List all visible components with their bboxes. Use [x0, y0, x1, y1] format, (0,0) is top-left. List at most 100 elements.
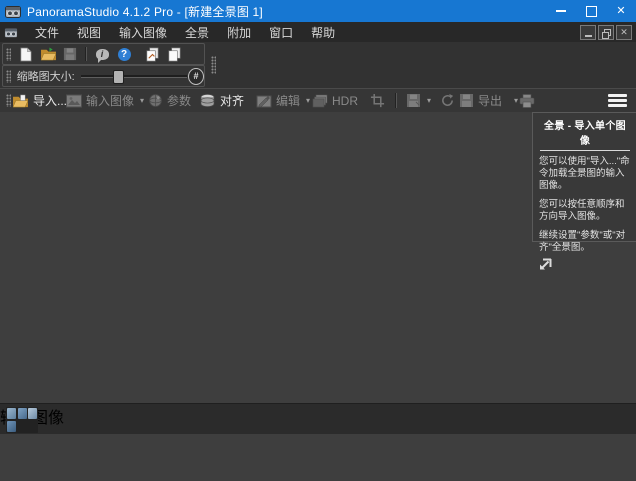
export-image-button[interactable] [141, 45, 163, 63]
thumb-cell [7, 408, 16, 419]
copy-button[interactable] [163, 45, 185, 63]
hamburger-icon [608, 94, 627, 97]
thumbnail-size-toolbar: 缩略图大小: # [2, 65, 205, 87]
parameters-label: 参数 [167, 92, 191, 109]
mdi-minimize-icon [585, 35, 592, 37]
help-paragraph: 继续设置"参数"或"对齐"全景图。 [539, 230, 631, 254]
edit-button: 编辑 ▾ [256, 89, 310, 112]
printer-icon [519, 94, 535, 108]
open-project-button[interactable] [37, 45, 59, 63]
toolbar-menu-button[interactable] [608, 94, 627, 107]
hamburger-icon [608, 104, 627, 107]
print-button [519, 89, 535, 112]
menu-extras[interactable]: 附加 [218, 22, 260, 43]
maximize-button[interactable] [576, 0, 606, 22]
rotate-button [440, 89, 455, 112]
crop-button [370, 89, 385, 112]
parameters-button: 参数 [148, 89, 191, 112]
menu-bar: 文件 视图 输入图像 全景 附加 窗口 帮助 ✕ [0, 22, 636, 43]
tab-input-images[interactable]: 输入图像 [0, 404, 636, 428]
dropdown-arrow-icon: ▾ [306, 96, 310, 105]
align-stack-icon [199, 93, 216, 108]
menu-window[interactable]: 窗口 [260, 22, 302, 43]
app-camera-icon [5, 5, 21, 18]
bottom-tab-bar: 输入图像 [0, 403, 636, 434]
thumbnail-size-slider[interactable] [81, 69, 180, 83]
open-folder-icon [40, 47, 57, 61]
minimize-button[interactable] [546, 0, 576, 22]
window-title: PanoramaStudio 4.1.2 Pro - [新建全景图 1] [27, 3, 263, 20]
minimize-icon [556, 10, 566, 12]
mdi-minimize-button[interactable] [580, 25, 596, 40]
export-label: 导出 [478, 92, 502, 109]
workspace-canvas: 全景 - 导入单个图像 您可以使用"导入..."命令加载全景图的输入图像。 您可… [0, 112, 636, 403]
new-document-icon [19, 47, 33, 62]
window-controls: ✕ [546, 0, 636, 22]
thumbnails-grid-icon [6, 407, 38, 433]
dropdown-arrow-icon: ▾ [427, 96, 431, 105]
help-paragraph: 您可以按任意顺序和方向导入图像。 [539, 199, 631, 223]
crop-icon [370, 93, 385, 108]
export-button: 导出 ▾ [459, 89, 518, 112]
menu-view[interactable]: 视图 [68, 22, 110, 43]
help-paragraph: 您可以使用"导入..."命令加载全景图的输入图像。 [539, 156, 631, 192]
input-images-label: 输入图像 [86, 92, 134, 109]
document-camera-icon [4, 27, 18, 38]
help-panel-title: 全景 - 导入单个图像 [539, 117, 631, 147]
hamburger-icon [608, 99, 627, 102]
toolbar-drag-grip[interactable] [6, 48, 11, 61]
thumb-cell [28, 408, 37, 419]
mdi-restore-button[interactable] [598, 25, 614, 40]
thumb-cell [28, 421, 37, 432]
workflow-toolbar: 导入... 输入图像 ▾ 参数 对齐 编辑 ▾ HDR [0, 88, 636, 114]
toolbar-drag-grip[interactable] [6, 70, 11, 83]
import-label: 导入... [33, 92, 67, 109]
standard-toolbar: i ? [2, 43, 205, 65]
title-bar: PanoramaStudio 4.1.2 Pro - [新建全景图 1] ✕ [0, 0, 636, 22]
help-panel-divider [540, 150, 630, 151]
menu-input-images[interactable]: 输入图像 [110, 22, 176, 43]
new-project-button[interactable] [15, 45, 37, 63]
input-images-icon [66, 94, 82, 108]
parameters-sphere-icon [148, 93, 163, 108]
close-button[interactable]: ✕ [606, 0, 636, 22]
align-button[interactable]: 对齐 [199, 89, 244, 112]
help-button[interactable]: ? [113, 45, 135, 63]
help-panel: 全景 - 导入单个图像 您可以使用"导入..."命令加载全景图的输入图像。 您可… [532, 112, 636, 242]
save-floppy-icon [63, 47, 77, 61]
dropdown-arrow-icon: ▾ [140, 96, 144, 105]
toolbar-drag-grip[interactable] [6, 94, 11, 107]
corner-arrow-icon [539, 258, 552, 270]
rotate-circle-icon [440, 93, 455, 108]
save-floppy-icon [406, 93, 421, 108]
toolbar-zone: i ? 缩略图大小: # [0, 42, 636, 88]
slider-handle[interactable] [113, 70, 124, 84]
mdi-window-controls: ✕ [580, 25, 632, 40]
slider-track[interactable] [81, 75, 187, 78]
import-folder-icon [12, 94, 29, 108]
thumbnail-number-toggle-button[interactable]: # [188, 68, 204, 85]
hdr-layers-icon [312, 94, 328, 108]
toolbar-separator [395, 93, 397, 108]
toolbar-drag-grip[interactable] [211, 56, 216, 74]
import-button[interactable]: 导入... [12, 89, 67, 112]
app-window: PanoramaStudio 4.1.2 Pro - [新建全景图 1] ✕ 文… [0, 0, 636, 481]
menu-panorama[interactable]: 全景 [176, 22, 218, 43]
mdi-close-icon: ✕ [620, 28, 628, 37]
collapse-panel-button[interactable] [539, 257, 552, 275]
copy-pages-icon [167, 47, 182, 62]
menu-file[interactable]: 文件 [26, 22, 68, 43]
save-panorama-button: ▾ [406, 89, 431, 112]
thumbnail-size-label: 缩略图大小: [17, 68, 75, 84]
maximize-icon [586, 6, 597, 17]
align-label: 对齐 [220, 92, 244, 109]
tip-of-day-button[interactable]: i [91, 45, 113, 63]
export-pages-icon [145, 47, 160, 62]
hdr-label: HDR [332, 94, 358, 108]
edit-pencil-icon [256, 94, 272, 108]
info-bubble-icon: i [96, 49, 109, 60]
mdi-close-button[interactable]: ✕ [616, 25, 632, 40]
help-question-icon: ? [118, 48, 131, 61]
menu-help[interactable]: 帮助 [302, 22, 344, 43]
close-icon: ✕ [616, 6, 625, 17]
